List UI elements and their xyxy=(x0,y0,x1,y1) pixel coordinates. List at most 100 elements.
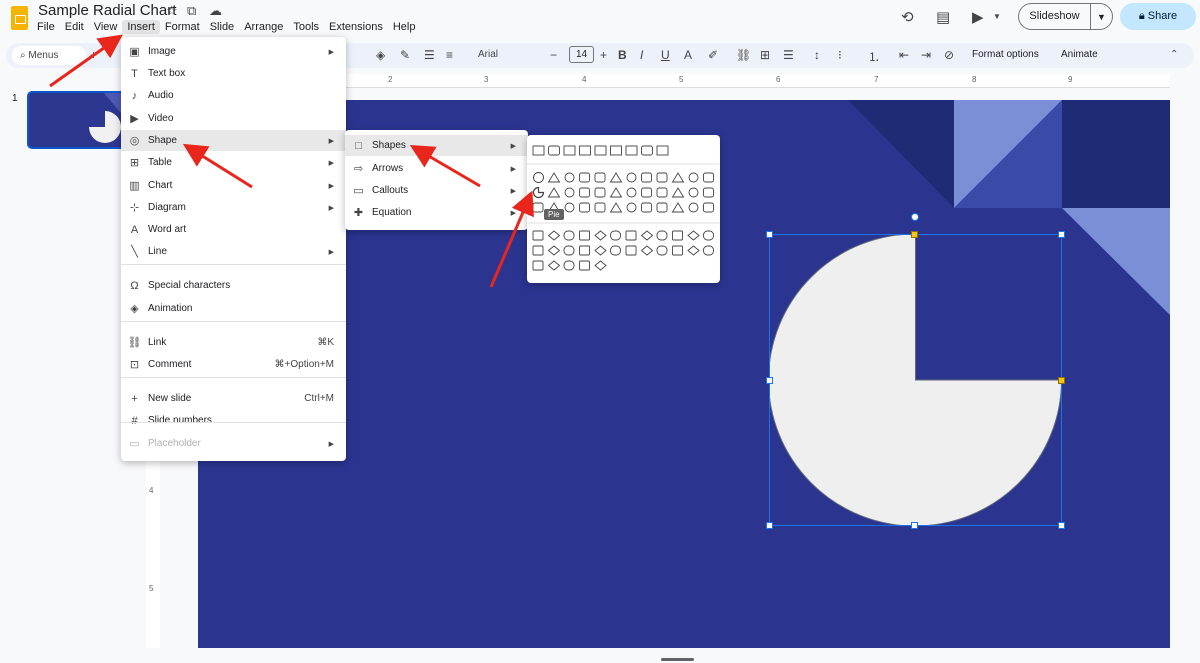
meet-camera-icon[interactable]: ▶ xyxy=(972,8,984,26)
comments-icon[interactable]: ▤ xyxy=(936,8,950,26)
insert-menu-item-special-characters[interactable]: Ω Special characters xyxy=(121,275,346,296)
shape-menu-item-equation[interactable]: ✚ Equation ▶ xyxy=(345,202,528,223)
menu-tools[interactable]: Tools xyxy=(288,20,324,34)
bulleted-list-icon[interactable]: ⁝ xyxy=(838,48,842,62)
menus-search-input[interactable]: ⌕ Menus xyxy=(12,46,86,65)
insert-menu-item-table[interactable]: ⊞ Table ▶ xyxy=(121,152,346,173)
chevron-down-icon[interactable]: ▼ xyxy=(993,12,1001,21)
underline-icon[interactable]: U xyxy=(661,48,670,62)
menu-format[interactable]: Format xyxy=(160,20,205,34)
menu-view[interactable]: View xyxy=(89,20,123,34)
menu-bar: File Edit View Insert Format Slide Arrange Tool… xyxy=(32,20,420,34)
slides-logo-icon[interactable] xyxy=(11,6,28,30)
format-options-button[interactable]: Format options xyxy=(972,49,1039,60)
flowchart-shape-option xyxy=(563,260,575,271)
font-size-input[interactable]: 14 xyxy=(569,46,594,63)
highlight-color-icon[interactable]: ✐ xyxy=(708,48,718,62)
collapse-toolbar-icon[interactable]: ⌃ xyxy=(1170,49,1178,60)
bold-icon[interactable]: B xyxy=(618,48,627,62)
insert-menu-item-comment[interactable]: ⊡ Comment ⌘+Option+M xyxy=(121,354,346,375)
increase-font-icon[interactable]: + xyxy=(600,48,607,62)
insert-menu-item-shape[interactable]: ◎ Shape ▶ xyxy=(121,130,346,151)
resize-handle-bottom[interactable] xyxy=(911,522,918,529)
menu-file[interactable]: File xyxy=(32,20,60,34)
fill-color-icon[interactable]: ◈ xyxy=(376,48,385,62)
move-folder-icon[interactable]: ⧉ xyxy=(187,3,196,19)
insert-menu-item-word-art[interactable]: A Word art xyxy=(121,219,346,240)
menu-arrange[interactable]: Arrange xyxy=(239,20,288,34)
cloud-status-icon[interactable]: ☁ xyxy=(209,3,222,19)
document-title[interactable]: Sample Radial Chart xyxy=(38,2,176,19)
text-color-icon[interactable]: A xyxy=(684,48,692,62)
flowchart-shape-option xyxy=(532,230,544,241)
insert-link-icon[interactable]: ⛓ xyxy=(736,48,751,62)
increase-indent-icon[interactable]: ⇥ xyxy=(921,48,931,62)
flowchart-shape-option xyxy=(640,245,654,256)
numbered-list-icon[interactable]: ⒈ xyxy=(868,48,880,65)
insert-menu-item-video[interactable]: ▶ Video xyxy=(121,108,346,129)
font-family-select[interactable]: Arial xyxy=(478,49,498,60)
line-spacing-icon[interactable]: ↕ xyxy=(814,48,820,62)
insert-menu-item-link[interactable]: ⛓ Link ⌘K xyxy=(121,332,346,353)
link-icon: ⛓ xyxy=(127,337,142,349)
insert-menu-item-diagram[interactable]: ⊹ Diagram ▶ xyxy=(121,197,346,218)
decrease-font-icon[interactable]: − xyxy=(550,48,557,62)
menu-edit[interactable]: Edit xyxy=(60,20,89,34)
slide-thumbnail[interactable] xyxy=(27,91,131,149)
border-weight-icon[interactable]: ☰ xyxy=(424,48,435,62)
share-button[interactable]: 🔒︎ Share xyxy=(1120,3,1196,30)
shape-option xyxy=(641,172,652,183)
submenu-arrow-icon: ▶ xyxy=(328,48,334,56)
shape-menu-item-shapes[interactable]: □ Shapes ▶ xyxy=(345,135,528,156)
menu-extensions[interactable]: Extensions xyxy=(324,20,388,34)
ruler-number: 7 xyxy=(874,75,879,84)
insert-menu-item-audio[interactable]: ♪ Audio xyxy=(121,85,346,106)
insert-menu-item-slide-numbers[interactable]: # Slide numbers xyxy=(121,410,346,431)
menu-help[interactable]: Help xyxy=(388,20,421,34)
search-icon: ⌕ xyxy=(20,50,26,61)
rotate-handle[interactable] xyxy=(911,213,919,221)
border-dash-icon[interactable]: ≡ xyxy=(446,48,453,62)
slideshow-button[interactable]: Slideshow ▼ xyxy=(1018,3,1113,30)
insert-menu-item-image[interactable]: ▣ Image ▶ xyxy=(121,41,346,62)
flowchart-shape-option xyxy=(703,245,714,256)
menu-insert[interactable]: Insert xyxy=(122,20,160,34)
insert-menu-item-chart[interactable]: ▥ Chart ▶ xyxy=(121,175,346,196)
animate-button[interactable]: Animate xyxy=(1061,49,1098,60)
diagram-icon: ⊹ xyxy=(129,202,140,214)
resize-handle-bottom-left[interactable] xyxy=(766,522,773,529)
insert-menu-item-animation[interactable]: ◈ Animation xyxy=(121,298,346,319)
resize-handle-top-right[interactable] xyxy=(1058,231,1065,238)
slideshow-dropdown-icon[interactable]: ▼ xyxy=(1091,12,1112,22)
resize-handle-top-left[interactable] xyxy=(766,231,773,238)
menu-slide[interactable]: Slide xyxy=(205,20,239,34)
star-icon[interactable]: ☆ xyxy=(166,3,178,19)
shape-option xyxy=(533,172,544,183)
clear-formatting-icon[interactable]: ⊘ xyxy=(944,48,954,62)
version-history-icon[interactable]: ⟲ xyxy=(901,8,914,26)
shape-rect-option xyxy=(579,145,591,156)
decrease-indent-icon[interactable]: ⇤ xyxy=(899,48,909,62)
add-comment-icon[interactable]: ⊞ xyxy=(760,48,770,62)
pie-shape[interactable] xyxy=(769,234,1062,526)
flowchart-shape-option xyxy=(547,245,561,256)
insert-menu-item-line[interactable]: ╲ Line ▶ xyxy=(121,241,346,262)
insert-menu-item-new-slide[interactable]: + New slide Ctrl+M xyxy=(121,388,346,409)
resize-handle-left[interactable] xyxy=(766,377,773,384)
menu-item-label: Slide numbers xyxy=(148,415,212,426)
shape-menu-item-arrows[interactable]: ⇨ Arrows ▶ xyxy=(345,158,528,179)
resize-handle-bottom-right[interactable] xyxy=(1058,522,1065,529)
horizontal-scrollbar[interactable] xyxy=(661,658,694,661)
pie-adjust-handle-start[interactable] xyxy=(911,231,918,238)
italic-icon[interactable]: I xyxy=(640,48,643,62)
pie-adjust-handle-end[interactable] xyxy=(1058,377,1065,384)
insert-menu-item-text-box[interactable]: T Text box xyxy=(121,63,346,84)
shape-option xyxy=(703,202,714,213)
shape-menu-item-callouts[interactable]: ▭ Callouts ▶ xyxy=(345,180,528,201)
shape-option xyxy=(671,187,685,198)
submenu-arrow-icon: ▶ xyxy=(510,187,516,195)
new-slide-plus-icon[interactable]: + xyxy=(90,48,97,62)
align-icon[interactable]: ☰ xyxy=(783,48,794,62)
video-icon: ▶ xyxy=(130,113,139,125)
border-color-icon[interactable]: ✎ xyxy=(400,48,410,62)
